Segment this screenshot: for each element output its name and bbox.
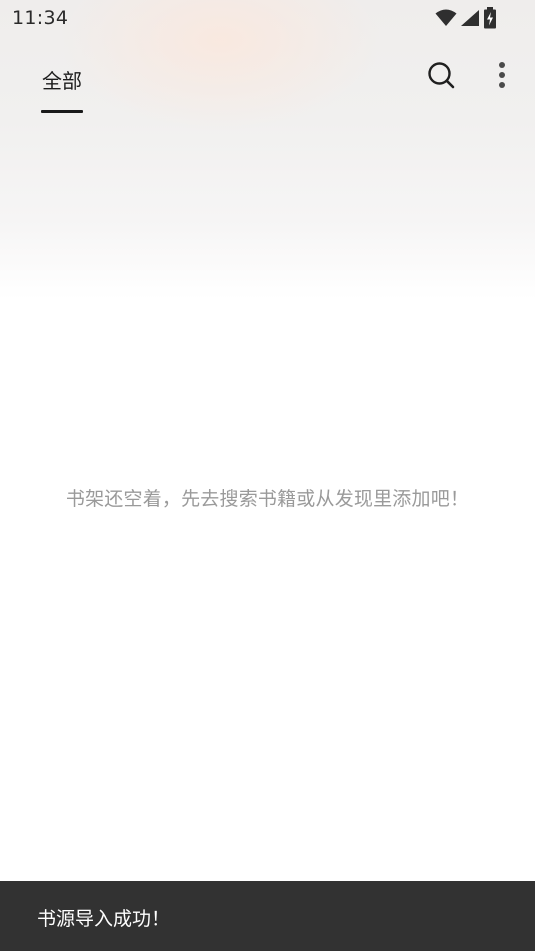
empty-bookshelf-message: 书架还空着，先去搜索书籍或从发现里添加吧！ bbox=[65, 488, 470, 510]
more-options-button[interactable] bbox=[480, 55, 524, 99]
status-bar: 11:34 bbox=[0, 0, 535, 36]
snackbar: 书源导入成功！ bbox=[0, 881, 535, 951]
wifi-icon bbox=[435, 9, 457, 27]
search-icon bbox=[427, 61, 455, 93]
header-background bbox=[0, 0, 535, 300]
more-vert-icon bbox=[498, 61, 506, 93]
toolbar: 全部 bbox=[0, 48, 535, 118]
tab-label: 全部 bbox=[42, 69, 82, 93]
tab-indicator bbox=[41, 110, 83, 113]
cellular-signal-icon bbox=[460, 9, 480, 27]
tab-all[interactable]: 全部 bbox=[34, 48, 90, 114]
snackbar-message: 书源导入成功！ bbox=[37, 908, 171, 930]
status-time: 11:34 bbox=[12, 7, 69, 29]
battery-charging-icon bbox=[483, 7, 497, 29]
search-button[interactable] bbox=[419, 55, 463, 99]
status-icons bbox=[435, 7, 497, 29]
